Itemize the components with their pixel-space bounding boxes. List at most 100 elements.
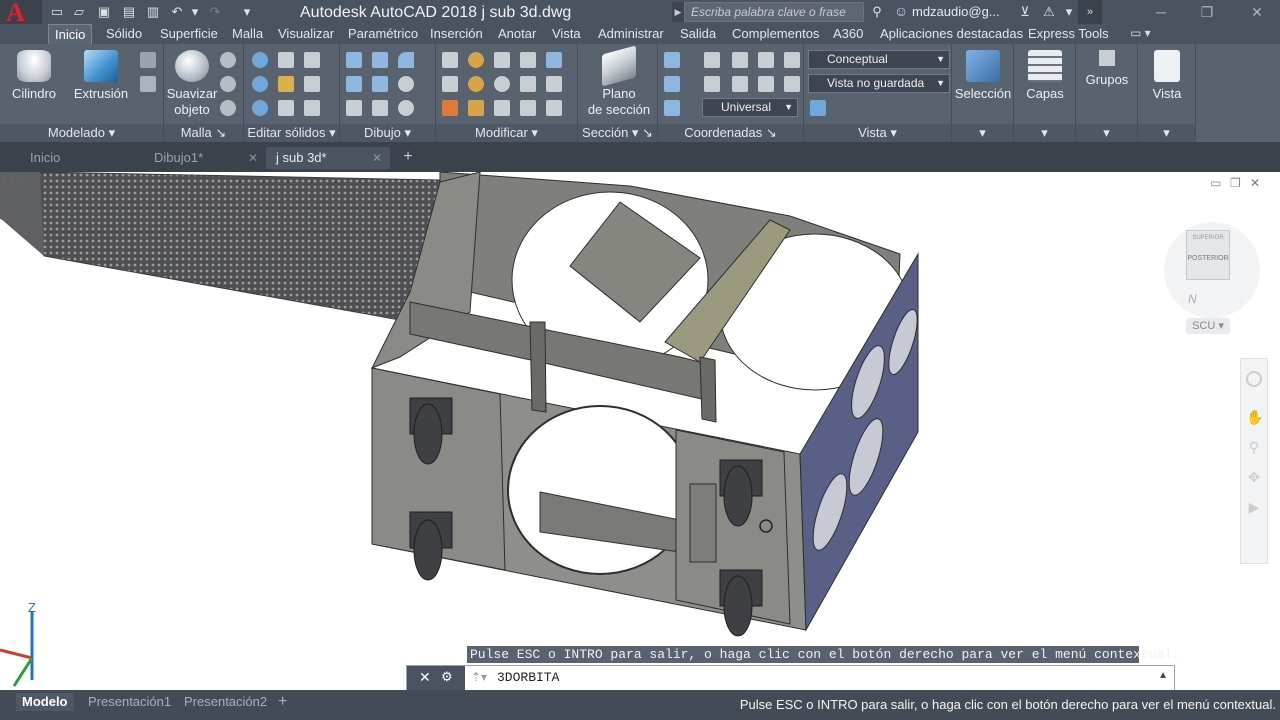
viewport-minimize-icon[interactable]: ▭ — [1210, 176, 1221, 190]
panel-label-malla[interactable]: Malla ↘ — [164, 124, 243, 142]
interfere-icon[interactable] — [278, 76, 294, 92]
erase-icon[interactable] — [442, 100, 458, 116]
panel-label-dibujo[interactable]: Dibujo ▾ — [340, 124, 435, 142]
saved-view-dropdown[interactable]: Vista no guardada ▼ — [808, 74, 950, 93]
orbit-gizmo-icon[interactable] — [468, 52, 484, 68]
restore-icon[interactable]: ❐ — [1192, 2, 1222, 22]
rectangle-icon[interactable] — [372, 100, 388, 116]
new-tab-icon[interactable]: + — [398, 148, 418, 166]
array-icon[interactable] — [494, 100, 510, 116]
ucs-icon[interactable] — [664, 52, 680, 68]
drawing-viewport[interactable]: [-][Vi Z ▭ ❐ ✕ SUPERIOR POSTERIOR N SCU … — [0, 172, 1280, 690]
redo-icon[interactable]: ↷ — [206, 3, 224, 21]
panel-capas[interactable]: Capas ▾ — [1014, 44, 1076, 142]
customize-wrench-icon[interactable]: ⚙ — [441, 669, 453, 685]
store-cart-icon[interactable]: ⊻ — [1016, 3, 1034, 21]
application-menu-button[interactable]: A — [0, 0, 42, 27]
line-icon[interactable] — [372, 76, 388, 92]
subtract-icon[interactable] — [252, 76, 268, 92]
minimize-icon[interactable]: ─ — [1146, 2, 1176, 22]
close-tab-icon[interactable]: ✕ — [372, 147, 382, 169]
pan-hand-icon[interactable]: ✋ — [1246, 409, 1263, 425]
undo-icon[interactable]: ↶ — [168, 3, 186, 21]
layout-tab-presentacion2[interactable]: Presentación2 — [178, 693, 273, 711]
command-line[interactable]: ✕ ⚙ ⇡▾ 3DORBITA ▲ — [406, 665, 1175, 691]
offset-icon[interactable] — [442, 76, 458, 92]
add-layout-icon[interactable]: + — [272, 693, 293, 711]
scale-icon[interactable] — [546, 100, 562, 116]
panel-label-modelado[interactable]: Modelado ▾ — [0, 124, 163, 142]
close-tab-icon[interactable]: ✕ — [248, 147, 258, 169]
viewport-restore-icon[interactable]: ❐ — [1230, 176, 1241, 190]
command-input[interactable]: 3DORBITA — [497, 670, 559, 685]
fillet-edge-icon[interactable] — [442, 52, 458, 68]
ribbon-tab-10[interactable]: Salida — [674, 24, 722, 44]
steering-wheel-icon[interactable] — [1246, 371, 1262, 387]
ucs-y-icon[interactable] — [758, 52, 774, 68]
cylinder-button[interactable]: Cilindro — [8, 50, 60, 102]
panel-label-coordenadas[interactable]: Coordenadas ↘ — [658, 124, 803, 142]
ribbon-tab-5[interactable]: Paramétrico — [342, 24, 424, 44]
ribbon-tab-1[interactable]: Sólido — [100, 24, 148, 44]
undo-dropdown-icon[interactable]: ▾ — [186, 3, 204, 21]
presspull-icon[interactable] — [140, 52, 156, 68]
ribbon-tab-6[interactable]: Inserción — [424, 24, 489, 44]
mesh-smooth-less-icon[interactable] — [220, 100, 236, 116]
ucs-3point-icon[interactable] — [758, 76, 774, 92]
panel-vista-right[interactable]: Vista ▾ — [1138, 44, 1196, 142]
copy-icon[interactable] — [520, 52, 536, 68]
rotate-icon[interactable] — [494, 76, 510, 92]
rotate3d-icon[interactable] — [468, 76, 484, 92]
smooth-object-button[interactable]: Suavizar objeto — [166, 50, 218, 118]
selection-button[interactable]: Selección — [954, 50, 1012, 102]
ribbon-tab-0[interactable]: Inicio — [48, 24, 93, 44]
mesh-sphere-icon[interactable] — [220, 52, 236, 68]
polysolid-icon[interactable] — [140, 76, 156, 92]
panel-label-editar-solidos[interactable]: Editar sólidos ▾ — [244, 124, 339, 142]
section-plane-button[interactable]: Plano de sección — [584, 45, 654, 118]
user-account[interactable]: mdzaudio@g... — [912, 4, 1000, 19]
trim-icon[interactable] — [546, 52, 562, 68]
viewport-close-icon[interactable]: ✕ — [1250, 176, 1260, 190]
viewcube-face[interactable]: POSTERIOR — [1187, 255, 1229, 262]
ribbon-tab-9[interactable]: Administrar — [592, 24, 670, 44]
spline-icon[interactable] — [346, 76, 362, 92]
slice-icon[interactable] — [278, 52, 294, 68]
panel-expand-seleccion[interactable]: ▾ — [952, 124, 1013, 142]
ucs-zaxis-icon[interactable] — [784, 76, 800, 92]
ucs-x-icon[interactable] — [732, 52, 748, 68]
ribbon-tab-8[interactable]: Vista — [546, 24, 587, 44]
ribbon-tab-4[interactable]: Visualizar — [272, 24, 340, 44]
doc-tab-jsub3d[interactable]: j sub 3d* ✕ — [266, 147, 390, 169]
hatch-icon[interactable] — [372, 52, 388, 68]
arc-icon[interactable] — [398, 52, 414, 68]
align-icon[interactable] — [468, 100, 484, 116]
ribbon-tab-12[interactable]: A360 — [827, 24, 869, 44]
ribbon-tab-2[interactable]: Superficie — [154, 24, 224, 44]
panel-label-modificar[interactable]: Modificar ▾ — [436, 124, 577, 142]
separate-icon[interactable] — [304, 100, 320, 116]
circle-icon[interactable] — [398, 76, 414, 92]
panel-expand-capas[interactable]: ▾ — [1014, 124, 1075, 142]
ribbon-tab-3[interactable]: Malla — [226, 24, 269, 44]
mirror3d-icon[interactable] — [520, 76, 536, 92]
close-window-icon[interactable]: ✕ — [1242, 2, 1272, 22]
help-dropdown-icon[interactable]: ▾ — [1060, 3, 1078, 21]
showmotion-icon[interactable]: ▶ — [1246, 499, 1262, 515]
print-icon[interactable]: ▥ — [144, 3, 162, 21]
ribbon-tab-11[interactable]: Complementos — [726, 24, 825, 44]
orbit-icon[interactable]: ✥ — [1246, 469, 1262, 485]
binoculars-icon[interactable]: ⚲ — [868, 3, 886, 21]
polygon-icon[interactable] — [346, 100, 362, 116]
move-icon[interactable] — [494, 52, 510, 68]
panel-seleccion[interactable]: Selección ▾ — [952, 44, 1014, 142]
new-file-icon[interactable]: ▭ — [48, 3, 66, 21]
zoom-icon[interactable]: ⚲ — [1246, 439, 1262, 455]
save-icon[interactable]: ▣ — [95, 3, 113, 21]
viewport-config-icon[interactable] — [810, 100, 826, 116]
ucs-dropdown[interactable]: Universal ▼ — [702, 98, 798, 117]
panel-expand-grupos[interactable]: ▾ — [1076, 124, 1137, 142]
ribbon-tab-7[interactable]: Anotar — [492, 24, 542, 44]
ribbon-options-icon[interactable]: ▭ ▾ — [1130, 26, 1151, 40]
doc-tab-inicio[interactable]: Inicio — [14, 147, 140, 169]
